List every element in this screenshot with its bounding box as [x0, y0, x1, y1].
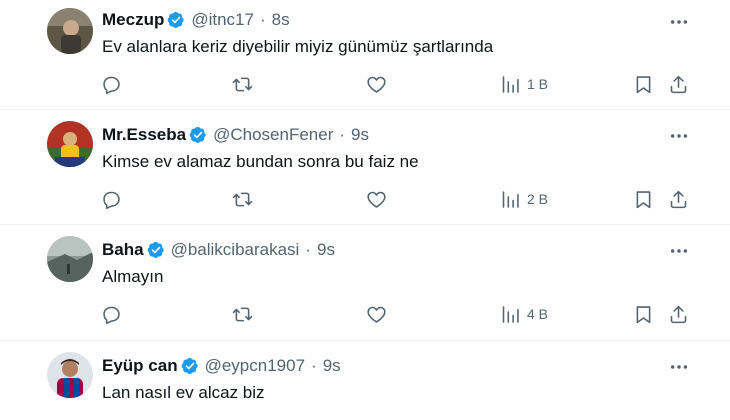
reply-icon [103, 191, 120, 209]
share-icon [670, 75, 687, 93]
views-button[interactable]: 2 B [500, 185, 548, 213]
retweet-icon [232, 192, 253, 206]
more-button[interactable] [668, 11, 690, 33]
retweet-button[interactable] [232, 300, 253, 328]
views-icon [502, 75, 519, 93]
like-icon [367, 306, 386, 323]
views-count: 1 B [527, 76, 549, 92]
tweet-header: Baha @balikcibarakasi · 9s [102, 239, 335, 261]
tweet-feed: Meczup @itnc17 · 8s Ev alanlara keriz di… [0, 0, 730, 420]
avatar[interactable] [47, 8, 93, 54]
tweet-actions: 4 B [0, 300, 730, 328]
like-button[interactable] [366, 70, 387, 98]
tweet-header: Eyüp can @eypcn1907 · 9s [102, 355, 341, 377]
views-button[interactable]: 1 B [500, 70, 548, 98]
like-icon [367, 76, 386, 93]
tweet[interactable]: Mr.Esseba @ChosenFener · 9s Kimse ev ala… [0, 110, 730, 225]
bookmark-icon [636, 305, 651, 323]
like-button[interactable] [366, 185, 387, 213]
verified-badge-icon [147, 241, 164, 259]
tweet-actions: 1 B [0, 70, 730, 98]
verified-badge-icon [189, 126, 206, 144]
like-icon [367, 191, 386, 208]
tweet[interactable]: Eyüp can @eypcn1907 · 9s Lan nasıl ev al… [0, 341, 730, 420]
share-icon [670, 190, 687, 208]
separator-dot: · [311, 356, 317, 375]
tweet-text: Ev alanlara keriz diyebilir miyiz günümü… [102, 37, 494, 56]
like-button[interactable] [366, 300, 387, 328]
timestamp[interactable]: 9s [323, 356, 341, 376]
timestamp[interactable]: 9s [351, 125, 369, 145]
timestamp[interactable]: 8s [272, 10, 290, 30]
avatar[interactable] [47, 352, 93, 398]
reply-button[interactable] [101, 300, 122, 328]
more-icon [670, 134, 688, 138]
bookmark-button[interactable] [633, 300, 654, 328]
avatar[interactable] [47, 236, 93, 282]
reply-icon [103, 76, 120, 94]
views-icon [502, 305, 519, 323]
more-icon [670, 20, 688, 24]
reply-button[interactable] [101, 70, 122, 98]
more-button[interactable] [668, 125, 690, 147]
bookmark-button[interactable] [633, 185, 654, 213]
tweet[interactable]: Baha @balikcibarakasi · 9s Almayın 4 B [0, 225, 730, 341]
user-handle[interactable]: @eypcn1907 [205, 356, 305, 376]
verified-badge-icon [181, 357, 198, 375]
views-icon [502, 190, 519, 208]
user-handle[interactable]: @ChosenFener [213, 125, 333, 145]
views-count: 2 B [527, 191, 549, 207]
reply-button[interactable] [101, 185, 122, 213]
separator-dot: · [259, 10, 266, 29]
share-button[interactable] [668, 70, 689, 98]
display-name[interactable]: Mr.Esseba [102, 125, 186, 145]
tweet-text: Kimse ev alamaz bundan sonra bu faiz ne [102, 152, 419, 171]
retweet-icon [232, 77, 253, 91]
tweet[interactable]: Meczup @itnc17 · 8s Ev alanlara keriz di… [0, 0, 730, 110]
tweet-header: Mr.Esseba @ChosenFener · 9s [102, 124, 369, 146]
more-icon [670, 249, 688, 253]
display-name[interactable]: Meczup [102, 10, 164, 30]
retweet-button[interactable] [232, 70, 253, 98]
views-button[interactable]: 4 B [500, 300, 548, 328]
views-count: 4 B [527, 306, 549, 322]
share-button[interactable] [668, 185, 689, 213]
user-handle[interactable]: @balikcibarakasi [171, 240, 300, 260]
avatar[interactable] [47, 121, 93, 167]
retweet-icon [232, 307, 253, 321]
display-name[interactable]: Baha [102, 240, 144, 260]
share-icon [670, 305, 687, 323]
tweet-text: Lan nasıl ev alcaz biz [102, 383, 265, 402]
bookmark-icon [636, 190, 651, 208]
share-button[interactable] [668, 300, 689, 328]
display-name[interactable]: Eyüp can [102, 356, 178, 376]
bookmark-icon [636, 75, 651, 93]
more-icon [670, 365, 688, 369]
separator-dot: · [305, 240, 312, 259]
bookmark-button[interactable] [633, 70, 654, 98]
tweet-actions: 2 B [0, 185, 730, 213]
more-button[interactable] [668, 240, 690, 262]
tweet-text: Almayın [102, 267, 164, 286]
separator-dot: · [339, 125, 346, 144]
timestamp[interactable]: 9s [317, 240, 335, 260]
tweet-header: Meczup @itnc17 · 8s [102, 9, 290, 31]
more-button[interactable] [668, 356, 690, 378]
verified-badge-icon [167, 11, 185, 29]
reply-icon [103, 306, 120, 324]
user-handle[interactable]: @itnc17 [191, 10, 254, 30]
retweet-button[interactable] [232, 185, 253, 213]
